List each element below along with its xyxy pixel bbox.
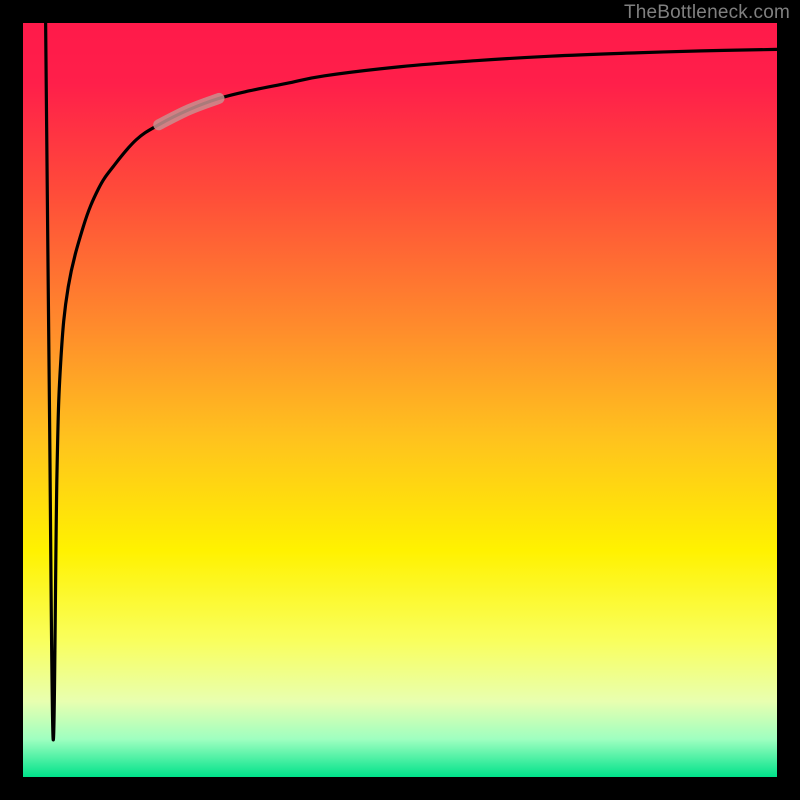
highlight-segment [159, 98, 219, 124]
watermark-text: TheBottleneck.com [624, 2, 790, 24]
curve-layer [23, 23, 777, 777]
bottleneck-curve [46, 23, 777, 740]
plot-area [23, 23, 777, 777]
chart-frame: TheBottleneck.com [0, 0, 800, 800]
